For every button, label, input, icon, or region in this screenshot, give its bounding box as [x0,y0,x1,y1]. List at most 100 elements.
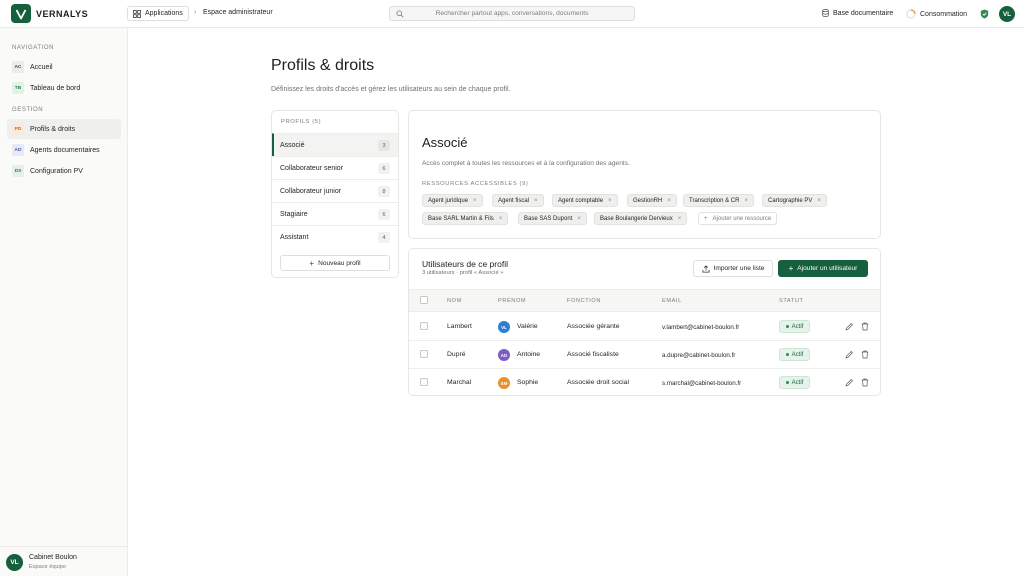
grid-icon [133,9,141,18]
column-header-fonction[interactable]: FONCTION [567,298,601,304]
resource-chip[interactable]: Agent fiscal × [492,194,544,207]
resource-chip-label: Base SARL Martin & Fils [428,215,494,222]
applications-label: Applications [145,10,183,17]
remove-icon[interactable]: × [473,198,477,204]
table-header: NOM PRÉNOM FONCTION EMAIL STATUT [409,289,880,312]
profile-title: Associé [422,135,468,150]
profile-item-assistant[interactable]: Assistant 4 [272,225,398,248]
sidebar-item-label: Tableau de bord [30,84,81,92]
column-header-email[interactable]: EMAIL [662,298,682,304]
chevron-right-icon: › [194,9,197,16]
top-bar: VERNALYS Applications › Espace administr… [0,0,1024,28]
resource-chip[interactable]: GestionRH × [627,194,677,207]
edit-icon[interactable] [845,350,854,361]
trash-icon[interactable] [861,322,869,333]
cell-prenom: Valérie [517,323,538,330]
workspace-name: Cabinet Boulon [29,554,77,561]
import-list-label: Importer une liste [713,265,765,272]
cell-email: s.marchal@cabinet-boulon.fr [662,380,742,387]
remove-icon[interactable]: × [608,198,612,204]
applications-button[interactable]: Applications [127,6,189,21]
brand-logo-icon[interactable] [11,4,31,23]
import-list-button[interactable]: Importer une liste [693,260,773,277]
resource-chip[interactable]: Agent juridique × [422,194,483,207]
remove-icon[interactable]: × [534,198,538,204]
users-panel: Utilisateurs de ce profil 3 utilisateurs… [408,248,881,396]
status-badge: Actif [779,376,810,389]
profile-label: Assistant [280,233,309,241]
remove-icon[interactable]: × [678,216,682,222]
add-resource-button[interactable]: + Ajouter une ressource [698,212,778,225]
workspace-switcher[interactable]: VL Cabinet Boulon Espace équipe [0,546,128,576]
cell-nom: Lambert [447,323,472,330]
cell-nom: Dupré [447,351,466,358]
sidebar-item-agents-documentaires[interactable]: AD Agents documentaires [7,140,121,160]
new-profile-label: Nouveau profil [318,259,361,267]
cell-email: a.dupre@cabinet-boulon.fr [662,352,736,359]
search-input[interactable]: Rechercher partout apps, conversations, … [389,6,635,21]
add-resource-label: Ajouter une ressource [712,215,772,222]
plus-icon: + [788,264,794,273]
sidebar-item-tableau-de-bord[interactable]: TB Tableau de bord [7,78,121,98]
base-documentaire-link[interactable]: Base documentaire [822,9,893,17]
profile-detail-panel: Associé Accès complet à toutes les resso… [408,110,881,239]
profiles-heading: PROFILS (5) [281,119,322,125]
cell-email: v.lambert@cabinet-boulon.fr [662,324,740,331]
sidebar-badge: DS [12,165,24,177]
resource-chip[interactable]: Cartographie PV × [762,194,827,207]
remove-icon[interactable]: × [744,198,748,204]
sidebar-item-profils-droits[interactable]: PD Profils & droits [7,119,121,139]
add-user-button[interactable]: + Ajouter un utilisateur [778,260,868,277]
resources-heading: RESSOURCES ACCESSIBLES (9) [422,181,529,187]
status-label: Actif [791,351,804,358]
sidebar: NAVIGATION AC Accueil TB Tableau de bord… [0,28,128,576]
resource-chip[interactable]: Transcription & CR × [683,194,754,207]
sidebar-item-configuration-pv[interactable]: DS Configuration PV [7,161,121,181]
users-title: Utilisateurs de ce profil [422,259,508,269]
resource-chip[interactable]: Base Boulangerie Dervieux × [594,212,688,225]
edit-icon[interactable] [845,378,854,389]
status-dot-icon [785,353,789,356]
profile-label: Associé [280,141,305,149]
trash-icon[interactable] [861,350,869,361]
profile-label: Collaborateur senior [280,164,344,172]
cell-prenom: Antoine [517,351,541,358]
page-subtitle: Définissez les droits d'accès et gérez l… [271,86,511,93]
column-header-statut[interactable]: STATUT [779,298,804,304]
usage-ring-icon [906,9,916,19]
remove-icon[interactable]: × [817,198,821,204]
profile-item-stagiaire[interactable]: Stagiaire 6 [272,202,398,225]
sidebar-item-accueil[interactable]: AC Accueil [7,57,121,77]
resource-chip[interactable]: Base SARL Martin & Fils × [422,212,509,225]
trash-icon[interactable] [861,378,869,389]
profile-label: Collaborateur junior [280,187,342,195]
row-checkbox[interactable] [420,322,428,330]
breadcrumb[interactable]: Espace administrateur [203,9,273,16]
select-all-checkbox[interactable] [420,296,428,304]
user-avatar: AD [498,349,510,361]
profile-item-associe[interactable]: Associé 3 [272,133,398,156]
add-user-label: Ajouter un utilisateur [797,265,858,272]
row-checkbox[interactable] [420,378,428,386]
profile-item-collaborateur-senior[interactable]: Collaborateur senior 6 [272,156,398,179]
resource-chip-label: GestionRH [633,197,663,204]
new-profile-button[interactable]: + Nouveau profil [280,255,390,271]
edit-icon[interactable] [845,322,854,333]
shield-check-icon[interactable] [980,9,989,21]
resource-chip-label: Transcription & CR [689,197,740,204]
plus-icon: + [309,258,315,268]
remove-icon[interactable]: × [499,216,503,222]
user-avatar[interactable]: VL [999,6,1015,22]
resource-chip-label: Base Boulangerie Dervieux [600,215,673,222]
column-header-prenom[interactable]: PRÉNOM [498,298,526,304]
profile-count: 6 [378,209,390,220]
consommation-link[interactable]: Consommation [906,9,967,19]
remove-icon[interactable]: × [667,198,671,204]
column-header-nom[interactable]: NOM [447,298,462,304]
resource-chip[interactable]: Agent comptable × [552,194,618,207]
resource-chip[interactable]: Base SAS Dupont × [518,212,587,225]
remove-icon[interactable]: × [577,216,581,222]
sidebar-badge: AD [12,144,24,156]
row-checkbox[interactable] [420,350,428,358]
profile-item-collaborateur-junior[interactable]: Collaborateur junior 8 [272,179,398,202]
